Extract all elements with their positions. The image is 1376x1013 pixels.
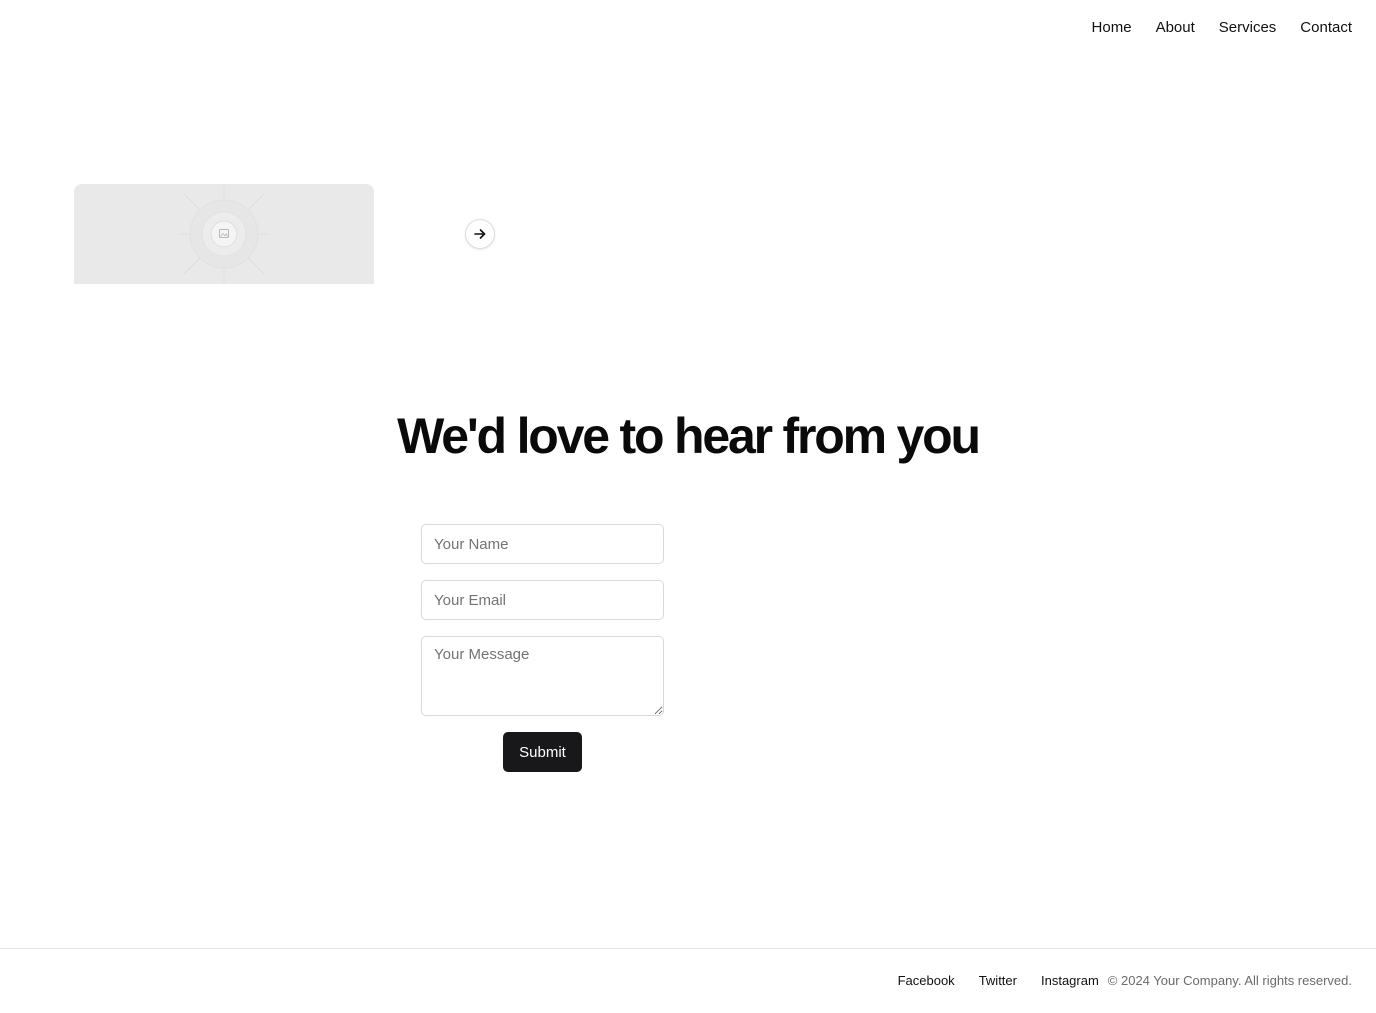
nav-contact-link[interactable]: Contact (1300, 18, 1352, 38)
email-field[interactable] (421, 580, 664, 620)
copyright-text: © 2024 Your Company. All rights reserved… (1107, 973, 1352, 988)
image-placeholder-icon (179, 184, 269, 284)
footer-instagram-link[interactable]: Instagram (1041, 973, 1099, 989)
contact-heading: We'd love to hear from you (397, 408, 981, 464)
submit-button[interactable]: Submit (503, 732, 582, 772)
nav-services-link[interactable]: Services (1219, 18, 1277, 38)
name-field[interactable] (421, 524, 664, 564)
message-field[interactable] (421, 636, 664, 716)
footer-twitter-link[interactable]: Twitter (979, 973, 1017, 989)
arrow-right-icon (474, 229, 486, 239)
nav-about-link[interactable]: About (1156, 18, 1195, 38)
footer-facebook-link[interactable]: Facebook (898, 973, 955, 989)
carousel-next-button[interactable] (465, 219, 495, 249)
nav-home-link[interactable]: Home (1092, 18, 1132, 38)
image-placeholder (74, 184, 374, 284)
top-nav: Home About Services Contact (1092, 18, 1352, 38)
footer: Facebook Twitter Instagram © 2024 Your C… (0, 948, 1376, 1013)
